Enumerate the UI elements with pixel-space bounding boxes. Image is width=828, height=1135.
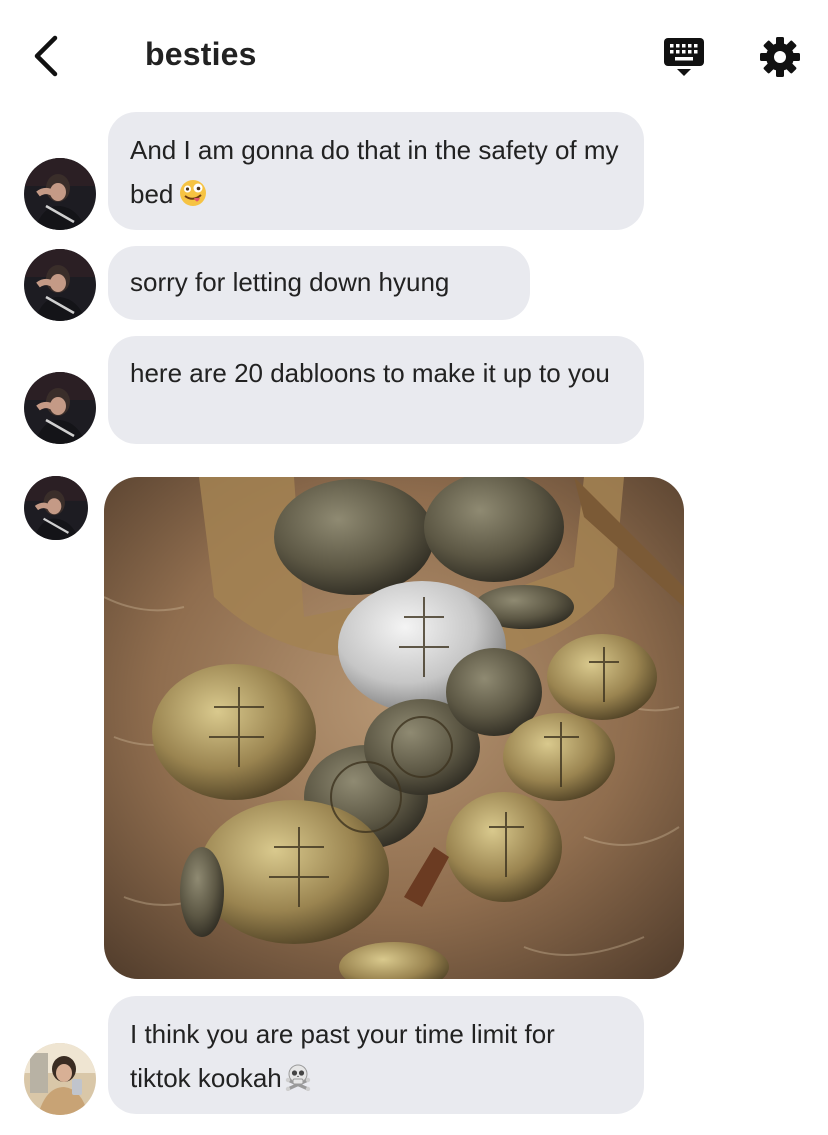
message-bubble[interactable]: And I am gonna do that in the safety of … xyxy=(108,112,644,230)
chevron-left-icon xyxy=(34,35,58,77)
avatar[interactable] xyxy=(24,1043,96,1115)
avatar[interactable] xyxy=(24,476,88,540)
skull-crossbones-emoji xyxy=(285,1064,310,1091)
gold-coins-photo[interactable] xyxy=(104,477,684,979)
avatar[interactable] xyxy=(24,249,96,321)
message-text: sorry for letting down hyung xyxy=(130,267,450,297)
settings-button[interactable] xyxy=(752,32,808,82)
back-button[interactable] xyxy=(24,30,68,82)
keyboard-button[interactable] xyxy=(656,32,712,82)
message-bubble[interactable]: I think you are past your time limit for… xyxy=(108,996,644,1114)
avatar[interactable] xyxy=(24,372,96,444)
zany-face-emoji xyxy=(180,180,207,206)
message-text: I think you are past your time limit for… xyxy=(130,1019,555,1093)
chat-title: besties xyxy=(145,36,257,72)
message-bubble[interactable]: here are 20 dabloons to make it up to yo… xyxy=(108,336,644,444)
message-bubble[interactable]: sorry for letting down hyung xyxy=(108,246,530,320)
chat-header: besties xyxy=(0,0,828,112)
keyboard-icon xyxy=(664,38,704,76)
message-text: here are 20 dabloons to make it up to yo… xyxy=(130,358,610,388)
gear-icon xyxy=(760,37,800,77)
avatar[interactable] xyxy=(24,158,96,230)
